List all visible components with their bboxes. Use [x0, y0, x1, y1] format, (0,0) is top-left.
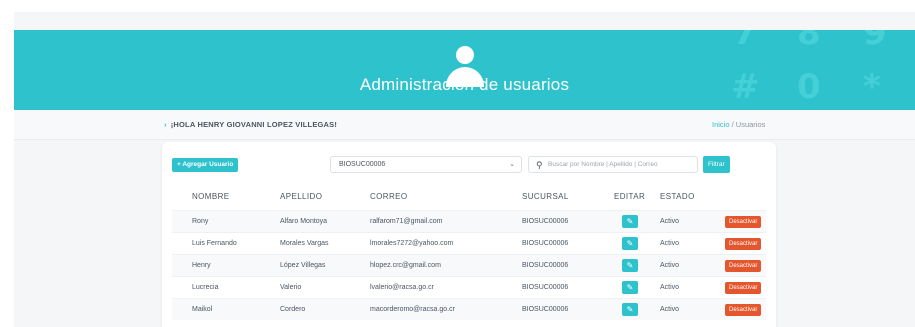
page-title: Administración de usuarios	[359, 75, 570, 94]
column-header: ESTADO	[660, 192, 695, 201]
breadcrumb-home-link[interactable]: Inicio	[712, 120, 730, 129]
cell-apellido: Morales Vargas	[280, 240, 329, 247]
column-header: EDITAR	[614, 192, 646, 201]
branch-select-value: BIOSUC00006	[339, 161, 386, 168]
pencil-icon: ✎	[626, 217, 634, 226]
cell-correo: ralfarom71@gmail.com	[370, 218, 443, 225]
cell-sucursal: BIOSUC00006	[522, 262, 569, 269]
greeting-text: ¡HOLA HENRY GIOVANNI LOPEZ VILLEGAS!	[170, 120, 338, 129]
column-header: APELLIDO	[280, 192, 323, 201]
cell-apellido: Valerio	[280, 284, 302, 291]
branch-select[interactable]: BIOSUC00006 ⌄	[330, 156, 522, 173]
table-row: Luis Fernando Morales Vargas lmorales727…	[172, 232, 766, 254]
edit-button[interactable]: ✎	[622, 303, 638, 316]
breadcrumb-separator: /	[731, 120, 734, 129]
deactivate-button[interactable]: Desactivar	[725, 304, 762, 316]
keypad-glyph: 7	[733, 30, 757, 53]
edit-button[interactable]: ✎	[622, 215, 638, 228]
pencil-icon: ✎	[626, 305, 634, 314]
table-row: Lucrecia Valerio lvalerio@racsa.go.cr BI…	[172, 276, 766, 298]
cell-estado: Activo	[660, 306, 680, 313]
keypad-glyph: 9	[863, 30, 887, 53]
greeting-bar: › ¡HOLA HENRY GIOVANNI LOPEZ VILLEGAS! In…	[14, 110, 915, 140]
column-header: CORREO	[370, 192, 408, 201]
cell-correo: hlopez.crc@gmail.com	[370, 262, 441, 269]
column-header: SUCURSAL	[522, 192, 569, 201]
cell-sucursal: BIOSUC00006	[522, 284, 569, 291]
cell-nombre: Henry	[192, 262, 211, 269]
breadcrumb: Inicio / Usuarios	[712, 120, 765, 129]
cell-estado: Activo	[660, 262, 680, 269]
filter-button[interactable]: Filtrar	[703, 156, 730, 173]
table-row: Maikol Cordero macorderomo@racsa.go.cr B…	[172, 298, 766, 320]
user-icon	[446, 46, 484, 87]
chevron-right-icon: ›	[164, 120, 167, 129]
cell-sucursal: BIOSUC00006	[522, 240, 569, 247]
page-header: 7 8 9 # 0 * Administración de usuarios	[14, 30, 915, 110]
cell-apellido: Alfaro Montoya	[280, 218, 328, 225]
column-header: NOMBRE	[192, 192, 230, 201]
deactivate-button[interactable]: Desactivar	[725, 216, 762, 228]
deactivate-button[interactable]: Desactivar	[725, 282, 762, 294]
keypad-decoration: 7 8 9 # 0 *	[715, 30, 915, 110]
cell-estado: Activo	[660, 284, 680, 291]
app-frame: 7 8 9 # 0 * Administración de usuarios ›…	[14, 12, 915, 327]
edit-button[interactable]: ✎	[622, 259, 638, 272]
table-row: Rony Alfaro Montoya ralfarom71@gmail.com…	[172, 210, 766, 232]
search-icon: ⚲	[536, 160, 543, 170]
cell-sucursal: BIOSUC00006	[522, 218, 569, 225]
search-input[interactable]	[548, 158, 696, 171]
cell-apellido: Cordero	[280, 306, 306, 313]
cell-correo: lvalerio@racsa.go.cr	[370, 284, 434, 291]
add-user-button[interactable]: + Agregar Usuario	[172, 158, 239, 172]
cell-correo: lmorales7272@yahoo.com	[370, 240, 454, 247]
search-box[interactable]: ⚲	[528, 156, 698, 173]
cell-estado: Activo	[660, 218, 680, 225]
chevron-down-icon: ⌄	[509, 161, 515, 168]
cell-nombre: Rony	[192, 218, 209, 225]
table-header: NOMBRE APELLIDO CORREO SUCURSAL EDITAR E…	[162, 182, 776, 210]
deactivate-button[interactable]: Desactivar	[725, 260, 762, 272]
users-card: + Agregar Usuario BIOSUC00006 ⌄ ⚲ Filtra…	[162, 142, 776, 327]
cell-apellido: López Villegas	[280, 262, 326, 269]
cell-nombre: Luis Fernando	[192, 240, 237, 247]
cell-correo: macorderomo@racsa.go.cr	[370, 306, 455, 313]
greeting: › ¡HOLA HENRY GIOVANNI LOPEZ VILLEGAS!	[164, 120, 337, 129]
pencil-icon: ✎	[626, 261, 634, 270]
deactivate-button[interactable]: Desactivar	[725, 238, 762, 250]
cell-sucursal: BIOSUC00006	[522, 306, 569, 313]
pencil-icon: ✎	[626, 283, 634, 292]
pencil-icon: ✎	[626, 239, 634, 248]
table-row: Henry López Villegas hlopez.crc@gmail.co…	[172, 254, 766, 276]
edit-button[interactable]: ✎	[622, 237, 638, 250]
edit-button[interactable]: ✎	[622, 281, 638, 294]
keypad-glyph: 8	[797, 30, 821, 53]
cell-nombre: Maikol	[192, 306, 213, 313]
cell-nombre: Lucrecia	[192, 284, 219, 291]
cell-estado: Activo	[660, 240, 680, 247]
breadcrumb-current: Usuarios	[735, 120, 766, 129]
